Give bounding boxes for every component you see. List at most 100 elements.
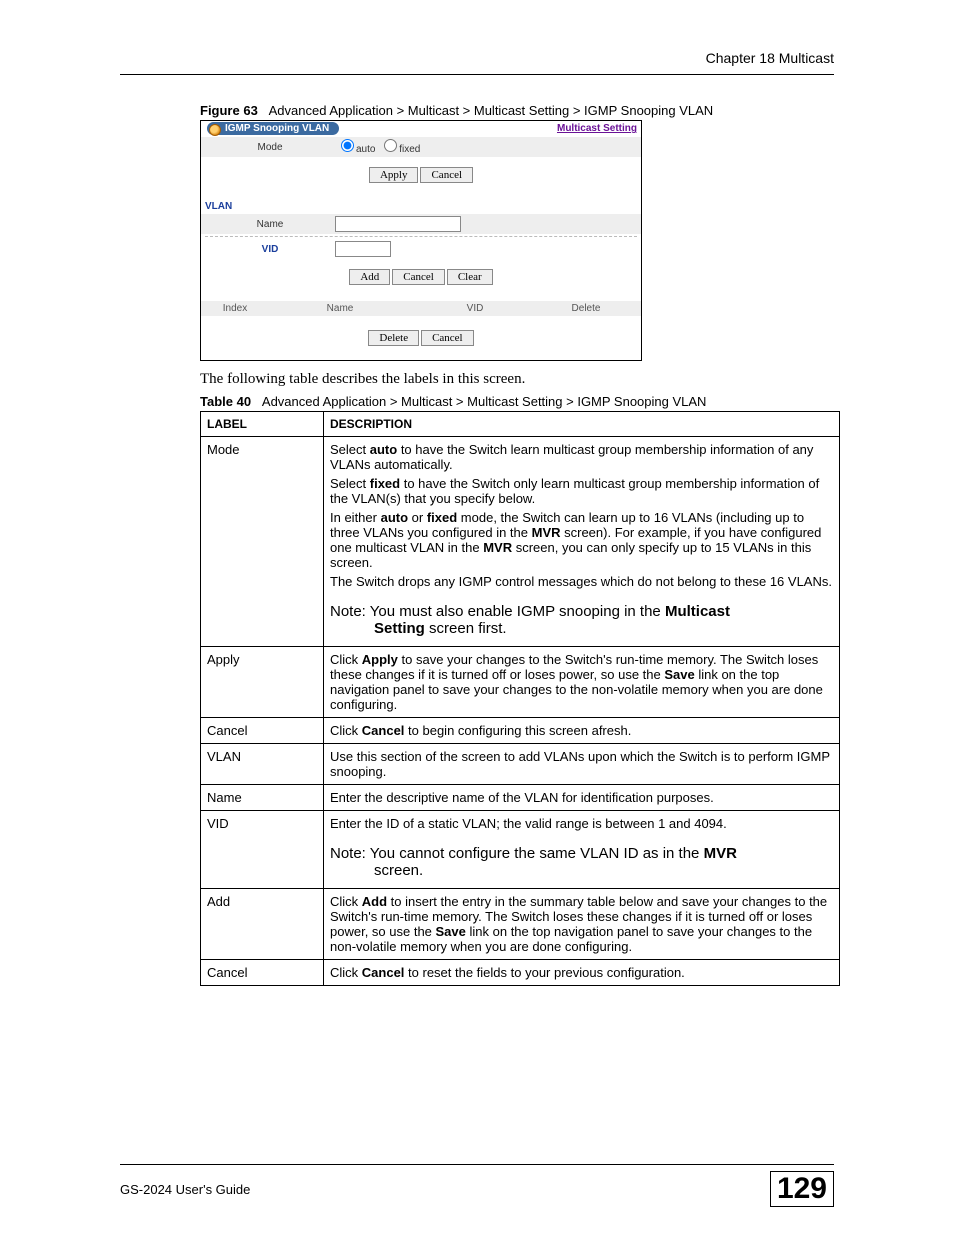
table-row: Add Click Add to insert the entry in the… bbox=[201, 889, 840, 960]
mode-fixed-text: fixed bbox=[399, 144, 420, 155]
th-desc: DESCRIPTION bbox=[324, 412, 840, 437]
page-footer: GS-2024 User's Guide 129 bbox=[120, 1164, 834, 1207]
page-number: 129 bbox=[770, 1171, 834, 1207]
row-cancel1-desc: Click Cancel to begin configuring this s… bbox=[324, 718, 840, 744]
table-row: VID Enter the ID of a static VLAN; the v… bbox=[201, 811, 840, 889]
t: Note: You must also enable IGMP snooping… bbox=[330, 603, 665, 620]
col-index: Index bbox=[205, 303, 265, 314]
vid-note: Note: You cannot configure the same VLAN… bbox=[330, 845, 833, 879]
t: auto bbox=[381, 510, 408, 525]
table-row: Cancel Click Cancel to reset the fields … bbox=[201, 960, 840, 986]
row-name-desc: Enter the descriptive name of the VLAN f… bbox=[324, 785, 840, 811]
t: Click bbox=[330, 894, 362, 909]
panel-title: IGMP Snooping VLAN bbox=[207, 122, 339, 135]
row-vid-desc: Enter the ID of a static VLAN; the valid… bbox=[324, 811, 840, 889]
t: In either bbox=[330, 510, 381, 525]
t: The Switch drops any IGMP control messag… bbox=[330, 574, 833, 589]
t: fixed bbox=[370, 476, 400, 491]
table-row: Cancel Click Cancel to begin configuring… bbox=[201, 718, 840, 744]
row-name-label: Name bbox=[201, 785, 324, 811]
vid-input[interactable] bbox=[335, 241, 391, 257]
figure-label: Figure 63 bbox=[200, 103, 258, 118]
row-mode-label: Mode bbox=[201, 437, 324, 647]
t: Select bbox=[330, 442, 370, 457]
cancel-button-1[interactable]: Cancel bbox=[420, 167, 473, 183]
col-delete: Delete bbox=[535, 303, 637, 314]
row-cancel2-label: Cancel bbox=[201, 960, 324, 986]
t: Click bbox=[330, 723, 362, 738]
row-separator bbox=[205, 236, 637, 237]
name-field-label: Name bbox=[205, 219, 335, 230]
table-row: Name Enter the descriptive name of the V… bbox=[201, 785, 840, 811]
cancel-button-3[interactable]: Cancel bbox=[421, 330, 474, 346]
th-label: LABEL bbox=[201, 412, 324, 437]
summary-table-header: Index Name VID Delete bbox=[201, 301, 641, 316]
t: to have the Switch learn multicast group… bbox=[330, 442, 813, 472]
t: to begin configuring this screen afresh. bbox=[404, 723, 631, 738]
mode-fixed-radio[interactable] bbox=[384, 139, 397, 152]
t: Multicast bbox=[665, 603, 730, 620]
t: MVR bbox=[704, 845, 737, 862]
t: Save bbox=[664, 667, 694, 682]
cancel-button-2[interactable]: Cancel bbox=[392, 269, 445, 285]
t: Cancel bbox=[362, 965, 405, 980]
t: Setting bbox=[374, 620, 425, 637]
mode-auto-text: auto bbox=[356, 144, 375, 155]
t: screen first. bbox=[425, 620, 507, 637]
t: Click bbox=[330, 965, 362, 980]
t: to have the Switch only learn multicast … bbox=[330, 476, 819, 506]
table-row: VLAN Use this section of the screen to a… bbox=[201, 744, 840, 785]
t: Click bbox=[330, 652, 362, 667]
row-vid-label: VID bbox=[201, 811, 324, 889]
vid-field-label: VID bbox=[205, 244, 335, 255]
t: auto bbox=[370, 442, 397, 457]
figure-caption-text: Advanced Application > Multicast > Multi… bbox=[269, 103, 714, 118]
description-table: LABEL DESCRIPTION Mode Select auto to ha… bbox=[200, 411, 840, 986]
t: Add bbox=[362, 894, 387, 909]
figure-caption: Figure 63 Advanced Application > Multica… bbox=[200, 103, 834, 118]
mode-label: Mode bbox=[205, 142, 335, 153]
table-row: Mode Select auto to have the Switch lear… bbox=[201, 437, 840, 647]
apply-button[interactable]: Apply bbox=[369, 167, 419, 183]
mode-note: Note: You must also enable IGMP snooping… bbox=[330, 603, 833, 637]
t: Select bbox=[330, 476, 370, 491]
mode-options: auto fixed bbox=[335, 139, 420, 155]
t: screen. bbox=[330, 862, 833, 879]
t: MVR bbox=[532, 525, 561, 540]
mode-auto-radio[interactable] bbox=[341, 139, 354, 152]
row-cancel2-desc: Click Cancel to reset the fields to your… bbox=[324, 960, 840, 986]
multicast-setting-link[interactable]: Multicast Setting bbox=[557, 123, 637, 134]
t: Note: You cannot configure the same VLAN… bbox=[330, 845, 704, 862]
col-vid: VID bbox=[415, 303, 535, 314]
row-add-label: Add bbox=[201, 889, 324, 960]
row-apply-label: Apply bbox=[201, 647, 324, 718]
row-apply-desc: Click Apply to save your changes to the … bbox=[324, 647, 840, 718]
name-input[interactable] bbox=[335, 216, 461, 232]
t: Apply bbox=[362, 652, 398, 667]
row-mode-desc: Select auto to have the Switch learn mul… bbox=[324, 437, 840, 647]
delete-button[interactable]: Delete bbox=[368, 330, 419, 346]
header-rule bbox=[120, 74, 834, 75]
clear-button[interactable]: Clear bbox=[447, 269, 493, 285]
table-label: Table 40 bbox=[200, 394, 251, 409]
table-caption-text: Advanced Application > Multicast > Multi… bbox=[262, 394, 707, 409]
col-name: Name bbox=[265, 303, 415, 314]
t: fixed bbox=[427, 510, 457, 525]
row-vlan-desc: Use this section of the screen to add VL… bbox=[324, 744, 840, 785]
t: Save bbox=[436, 924, 466, 939]
table-row: Apply Click Apply to save your changes t… bbox=[201, 647, 840, 718]
t: or bbox=[408, 510, 427, 525]
row-cancel1-label: Cancel bbox=[201, 718, 324, 744]
t: Cancel bbox=[362, 723, 405, 738]
footer-guide-title: GS-2024 User's Guide bbox=[120, 1182, 250, 1197]
intro-text: The following table describes the labels… bbox=[200, 371, 834, 388]
t: to reset the fields to your previous con… bbox=[404, 965, 684, 980]
chapter-title: Chapter 18 Multicast bbox=[120, 50, 834, 66]
vlan-section-header: VLAN bbox=[201, 199, 641, 214]
add-button[interactable]: Add bbox=[349, 269, 390, 285]
t: Enter the ID of a static VLAN; the valid… bbox=[330, 816, 833, 831]
t: MVR bbox=[483, 540, 512, 555]
row-vlan-label: VLAN bbox=[201, 744, 324, 785]
screenshot-panel: IGMP Snooping VLAN Multicast Setting Mod… bbox=[200, 120, 642, 361]
row-add-desc: Click Add to insert the entry in the sum… bbox=[324, 889, 840, 960]
